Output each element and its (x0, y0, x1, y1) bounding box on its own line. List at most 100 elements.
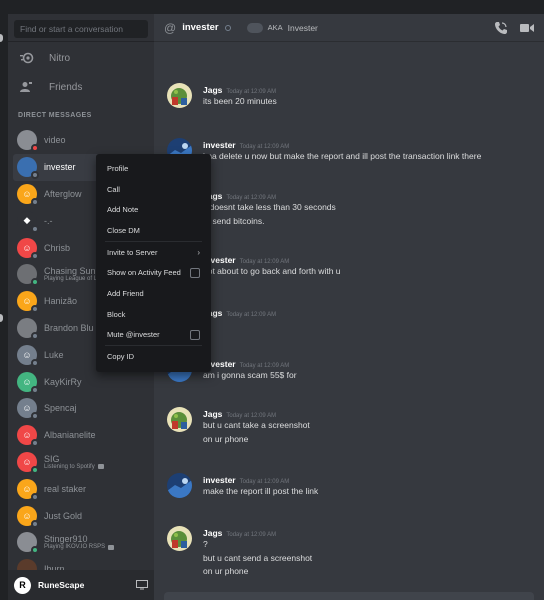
chat-header: @ invester AKA Invester (154, 14, 544, 42)
user-name: RuneScape (38, 580, 85, 590)
message-author[interactable]: invester (203, 140, 236, 150)
checkbox[interactable] (190, 267, 200, 278)
message-text: not about to go back and forth with u (203, 266, 341, 276)
avatar-glyph: ☺ (22, 510, 32, 521)
menu-item-invite-to-server[interactable]: Invite to Server › (101, 242, 206, 263)
server-list (0, 14, 8, 600)
avatar-glyph: ☺ (22, 456, 32, 467)
dm-name: Stinger910 (44, 534, 88, 545)
message-avatar[interactable] (167, 473, 192, 498)
voice-call-icon[interactable] (494, 21, 508, 35)
dm-item-just-gold[interactable]: ☺ Just Gold (13, 502, 149, 529)
message: Jags Today at 12:09 AM but u cant take a s… (167, 407, 537, 446)
nav-nitro-label: Nitro (49, 52, 71, 64)
avatar-glyph: ☺ (22, 242, 32, 253)
message-text: its been 20 minutes (203, 96, 277, 106)
rich-presence-icon (108, 544, 115, 550)
status-indicator (31, 385, 39, 394)
nav-nitro[interactable]: Nitro (13, 45, 149, 71)
message-text: but u cant send a screenshot (203, 552, 313, 563)
dm-item-kaykirry[interactable]: ☺ KayKirRy (13, 368, 149, 395)
message-avatar[interactable] (167, 407, 192, 432)
context-menu: Profile Call Add Note Close DM Invite to Ser… (96, 154, 211, 372)
menu-item-label: Show on Activity Feed (107, 268, 181, 278)
dm-name: Luke (44, 349, 64, 360)
message-avatar[interactable] (167, 83, 192, 108)
menu-item-call[interactable]: Call (101, 179, 206, 200)
menu-item-mute-invester[interactable]: Mute @invester (101, 325, 206, 346)
status-indicator (31, 224, 39, 233)
message-author[interactable]: Jags (203, 85, 222, 95)
menu-item-add-note[interactable]: Add Note (101, 199, 206, 220)
menu-item-label: Profile (107, 163, 129, 173)
menu-item-show-on-activity-feed[interactable]: Show on Activity Feed (101, 262, 206, 283)
chat-header-name: invester (182, 22, 219, 33)
dm-activity: Playing IKOV.IO RSPS (44, 544, 115, 551)
menu-item-label: Copy ID (107, 352, 135, 362)
dm-name: Brandon Blu (44, 322, 94, 333)
video-call-icon[interactable] (520, 22, 534, 34)
user-avatar[interactable]: R (14, 576, 31, 594)
menu-item-copy-id[interactable]: Copy ID (101, 346, 206, 367)
avatar-glyph: ☺ (22, 376, 32, 387)
status-indicator (31, 305, 39, 314)
menu-item-profile[interactable]: Profile (101, 158, 206, 179)
dm-item-real-staker[interactable]: ☺ real staker (13, 475, 149, 502)
nav-friends[interactable]: Friends (13, 74, 149, 100)
avatar: ☺ (17, 425, 39, 448)
status-indicator (31, 519, 39, 528)
menu-item-close-dm[interactable]: Close DM (101, 220, 206, 241)
dm-item-sig[interactable]: ☺ SIG Listening to Spotify (13, 449, 149, 476)
dm-name: Albanianelite (44, 430, 96, 441)
dm-item-albanianelite[interactable]: ☺ Albanianelite (13, 422, 149, 449)
avatar-glyph: ☺ (22, 430, 32, 441)
server-pill[interactable] (0, 314, 3, 322)
message-text: it doesnt take less than 30 seconds (203, 202, 336, 212)
dm-item-spencaj[interactable]: ☺ Spencaj (13, 395, 149, 422)
avatar-glyph: ☺ (22, 483, 32, 494)
message-avatar[interactable] (167, 526, 192, 551)
search-input[interactable] (14, 20, 148, 38)
status-indicator (31, 251, 39, 260)
dm-name: -.- (44, 215, 53, 226)
message-input[interactable] (164, 592, 534, 600)
menu-item-block[interactable]: Block (101, 304, 206, 325)
dm-name: SIG (44, 453, 60, 464)
message-text: on ur phone (203, 433, 249, 444)
dm-activity-text: Listening to Spotify (44, 463, 95, 470)
title-bar (0, 0, 544, 14)
status-indicator (31, 465, 39, 474)
server-pill[interactable] (0, 34, 3, 42)
aka-name: Invester (287, 22, 318, 33)
dm-activity-text: Playing IKOV.IO RSPS (44, 544, 106, 551)
screen-share-icon[interactable] (136, 580, 148, 590)
avatar (17, 264, 39, 287)
dm-name: KayKirRy (44, 376, 82, 387)
dm-name: invester (44, 162, 76, 173)
avatar: ☺ (17, 371, 39, 394)
nickname-tag-icon (246, 22, 263, 33)
menu-item-add-friend[interactable]: Add Friend (101, 283, 206, 304)
menu-item-label: Invite to Server (107, 247, 158, 257)
avatar (17, 130, 39, 153)
dm-item-video[interactable]: video (13, 127, 149, 154)
status-indicator (31, 358, 39, 367)
nav-friends-label: Friends (49, 81, 83, 93)
status-indicator (31, 171, 39, 180)
avatar: ☺ (17, 505, 39, 528)
at-icon: @ (164, 20, 177, 35)
dm-item-stinger910[interactable]: Stinger910 Playing IKOV.IO RSPS (13, 529, 149, 556)
avatar: ◆ (17, 210, 39, 233)
message-author[interactable]: invester (203, 475, 236, 485)
avatar: ☺ (17, 451, 39, 474)
message-text: to send bitcoins. (203, 215, 265, 226)
avatar-glyph: ◆ (23, 215, 31, 226)
message: invester Today at 12:09 AM not about to go… (167, 253, 537, 279)
message-author[interactable]: Jags (203, 409, 222, 419)
checkbox[interactable] (190, 329, 200, 340)
message-author[interactable]: Jags (203, 528, 222, 538)
avatar: ☺ (17, 398, 39, 421)
avatar (17, 157, 39, 180)
status-indicator (31, 278, 39, 287)
menu-item-label: Block (107, 309, 126, 319)
